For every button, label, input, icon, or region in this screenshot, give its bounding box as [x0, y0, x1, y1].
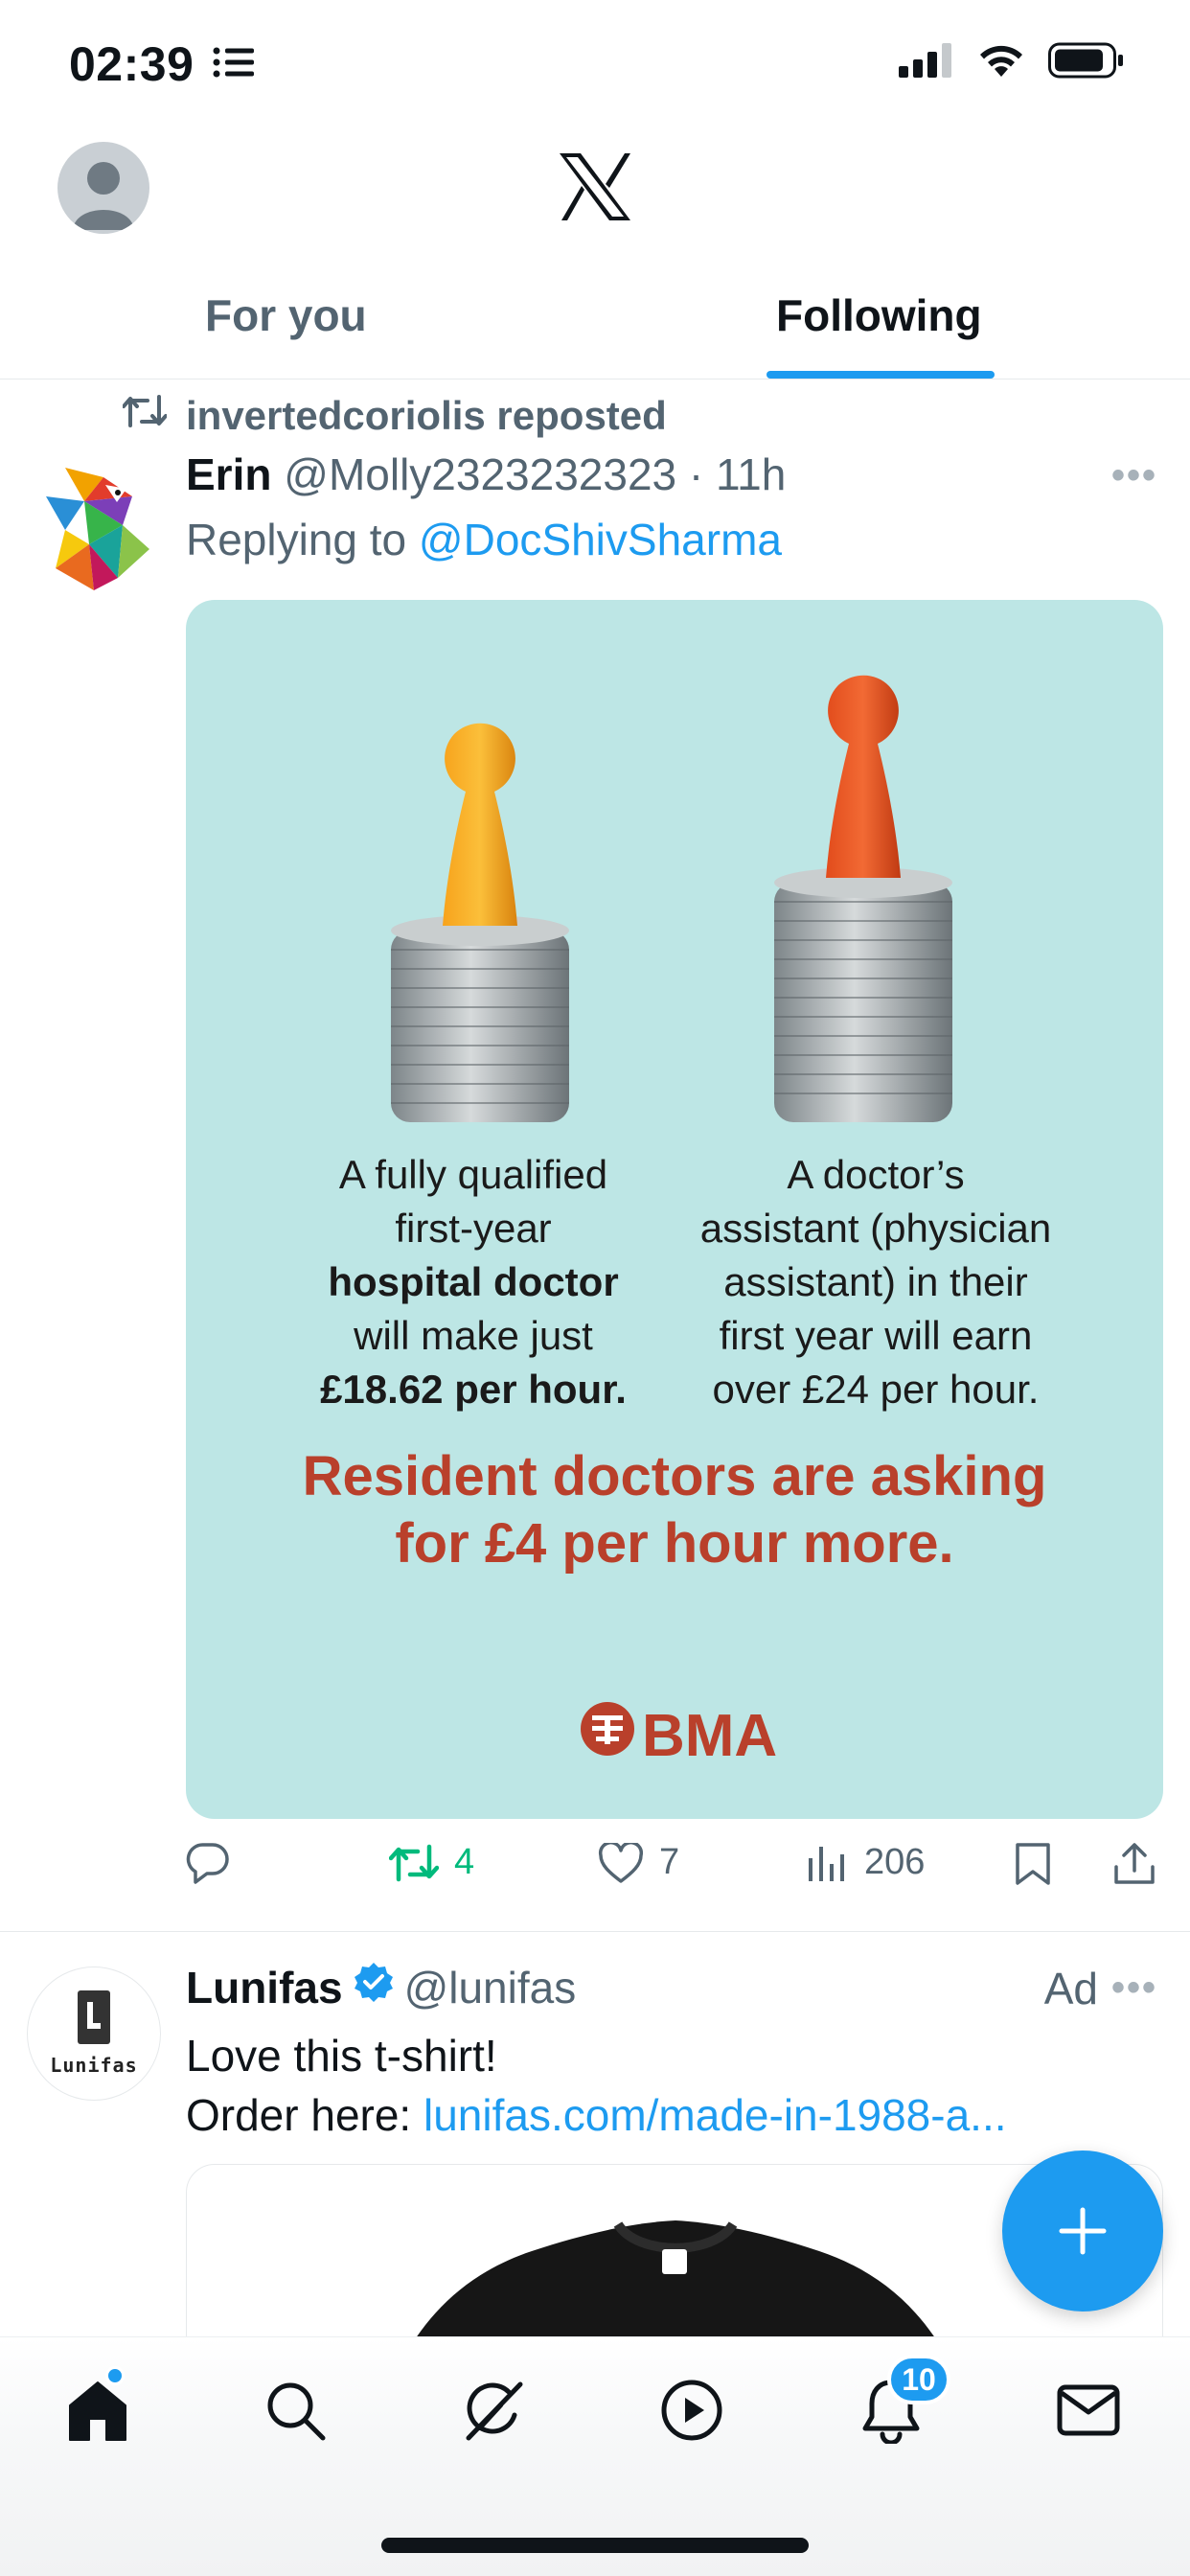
tweet-header: Erin @Molly2323232323 · 11h [186, 448, 786, 500]
cellular-signal-icon [899, 43, 954, 82]
bookmark-icon [1016, 1843, 1050, 1885]
share-icon [1114, 1843, 1155, 1884]
more-options-icon[interactable]: ••• [1111, 454, 1157, 497]
author-handle-time: @Molly2323232323 · 11h [284, 449, 787, 499]
bma-logo: BMA [579, 1700, 777, 1772]
status-bar: 02:39 [0, 0, 1190, 125]
heart-icon [598, 1842, 644, 1883]
caption-line: assistant (physician [699, 1206, 1052, 1251]
like-button[interactable]: 7 [598, 1842, 679, 1883]
eagle-avatar-image [46, 468, 149, 590]
caption-line: first-year [395, 1206, 552, 1251]
reply-button[interactable] [186, 1842, 230, 1884]
avatar[interactable] [27, 458, 161, 592]
nav-search[interactable] [257, 2372, 333, 2449]
verified-badge-icon [353, 1961, 395, 2013]
retweet-icon [389, 1844, 439, 1881]
author-name[interactable]: Lunifas [186, 1962, 343, 2013]
headline-line: for £4 per hour more. [395, 1512, 954, 1575]
order-prefix: Order here: [186, 2090, 412, 2140]
ad-label: Ad [1043, 1964, 1098, 2013]
tweet-text: Love this t-shirt! Order here: lunifas.c… [186, 2026, 1007, 2145]
views-button[interactable]: 206 [807, 1842, 925, 1883]
bma-wordmark: BMA [642, 1703, 778, 1769]
nav-notifications[interactable]: 10 [853, 2355, 950, 2449]
image-right-caption: A doctor’s assistant (physician assistan… [665, 1148, 1087, 1416]
caption-line: £18.62 per hour. [320, 1367, 627, 1412]
tab-following[interactable]: Following [776, 289, 982, 341]
caption-line: will make just [354, 1313, 593, 1358]
headline-line: Resident doctors are asking [302, 1445, 1047, 1507]
caption-line: over £24 per hour. [712, 1367, 1040, 1412]
replying-to: Replying to @DocShivSharma [186, 514, 782, 565]
more-options-icon[interactable]: ••• [1111, 1966, 1157, 2010]
tab-for-you[interactable]: For you [205, 289, 367, 341]
image-left-caption: A fully qualified first-year hospital do… [301, 1148, 646, 1416]
plus-icon [1059, 2207, 1107, 2255]
repost-label: invertedcoriolis reposted [186, 393, 667, 438]
tweet-text-line: Love this t-shirt! [186, 2031, 497, 2081]
tweet-actions: 4 7 206 [186, 1842, 1173, 1899]
tweet-link[interactable]: lunifas.com/made-in-1988-a... [423, 2090, 1007, 2140]
like-count: 7 [659, 1842, 680, 1882]
lunifas-avatar-wordmark: Lunifas [50, 2054, 138, 2077]
tweet[interactable]: invertedcoriolis reposted Erin @Molly232… [0, 380, 1190, 1932]
nav-grok[interactable] [456, 2372, 533, 2449]
profile-avatar[interactable] [57, 142, 149, 234]
notifications-badge: 10 [887, 2355, 950, 2404]
battery-icon [1048, 42, 1125, 83]
author-handle: @lunifas [403, 1962, 577, 2012]
caption-line: assistant) in their [723, 1259, 1028, 1304]
retweet-button[interactable]: 4 [389, 1842, 474, 1883]
caption-line: A doctor’s [787, 1152, 965, 1197]
retweet-count: 4 [454, 1842, 475, 1882]
status-time: 02:39 [69, 37, 195, 91]
views-chart-icon [809, 1846, 844, 1881]
bookmark-button[interactable] [1014, 1842, 1052, 1886]
replying-prefix: Replying to [186, 515, 407, 564]
search-icon [267, 2382, 326, 2441]
nav-home[interactable] [59, 2366, 136, 2449]
nav-messages[interactable] [1050, 2372, 1127, 2449]
home-icon [69, 2381, 126, 2441]
timeline-tabs: For you Following [0, 259, 1190, 380]
grok-icon [466, 2381, 523, 2441]
replying-mention-link[interactable]: @DocShivSharma [419, 515, 782, 564]
caption-line: hospital doctor [328, 1259, 619, 1304]
repost-context: invertedcoriolis reposted [122, 393, 667, 439]
compose-button[interactable] [1002, 2150, 1163, 2312]
envelope-icon [1057, 2384, 1120, 2436]
x-logo-icon [558, 151, 632, 227]
lunifas-logo-icon [78, 1990, 110, 2044]
tweet-header: Lunifas @lunifas [186, 1961, 576, 2013]
home-unread-dot [105, 2366, 125, 2385]
nav-video[interactable] [653, 2372, 730, 2449]
caption-line: first year will earn [719, 1313, 1033, 1358]
reply-icon [186, 1843, 229, 1884]
play-circle-icon [661, 2380, 722, 2441]
views-count: 206 [864, 1842, 926, 1882]
tweet-image[interactable]: A fully qualified first-year hospital do… [186, 600, 1163, 1819]
home-indicator [381, 2538, 809, 2553]
image-headline: Resident doctors are asking for £4 per h… [243, 1443, 1106, 1577]
top-bar [0, 125, 1190, 259]
share-button[interactable] [1113, 1842, 1156, 1886]
bma-emblem-icon [579, 1700, 636, 1772]
promoted-tweet[interactable]: Lunifas Lunifas @lunifas Ad ••• Love thi… [0, 1934, 1190, 2451]
caption-line: A fully qualified [338, 1152, 608, 1197]
repost-icon [122, 393, 168, 439]
list-icon [213, 46, 255, 83]
tweet-text-line: Order here: lunifas.com/made-in-1988-a..… [186, 2085, 1007, 2145]
avatar[interactable]: Lunifas [27, 1966, 161, 2101]
author-name[interactable]: Erin [186, 449, 271, 499]
wifi-icon [977, 42, 1025, 83]
active-tab-indicator [767, 371, 995, 379]
